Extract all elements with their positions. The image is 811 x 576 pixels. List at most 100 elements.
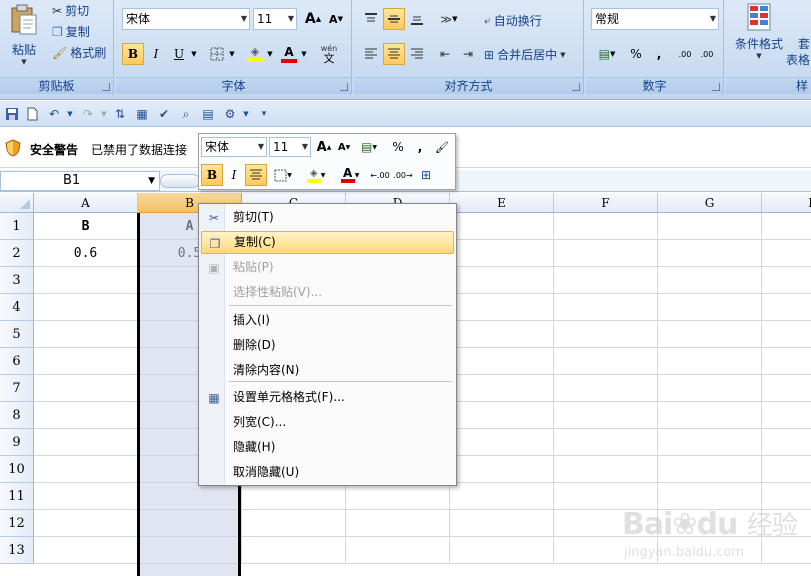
column-header-h[interactable]: H <box>762 193 811 213</box>
cell-g5[interactable] <box>658 321 762 348</box>
redo-icon[interactable]: ↷ <box>80 106 96 122</box>
cell-e7[interactable] <box>450 375 554 402</box>
orientation-button[interactable]: ≫ ▼ <box>434 8 464 30</box>
row-header-9[interactable]: 9 <box>0 429 34 456</box>
cell-b11[interactable] <box>138 483 242 510</box>
mini-format-painter-button[interactable]: 🖌 <box>431 137 453 157</box>
mini-comma-button[interactable]: , <box>409 137 431 157</box>
cell-e13[interactable] <box>450 537 554 564</box>
mini-merge-button[interactable]: ⊞ <box>415 164 437 186</box>
mini-grow-font-button[interactable]: A ▲ <box>313 137 335 157</box>
bold-button[interactable]: B <box>122 43 144 65</box>
cell-f8[interactable] <box>554 402 658 429</box>
row-header-6[interactable]: 6 <box>0 348 34 375</box>
cell-b12[interactable] <box>138 510 242 537</box>
mini-format-icon[interactable]: ▤ ▼ <box>355 137 383 157</box>
mini-increase-decimal-button[interactable]: ←.00 <box>369 164 391 186</box>
cell-c11[interactable] <box>242 483 346 510</box>
row-header-8[interactable]: 8 <box>0 402 34 429</box>
cell-c12[interactable] <box>242 510 346 537</box>
merge-center-button[interactable]: ⊞ 合并后居中 ▼ <box>484 46 565 63</box>
mini-font-name-select[interactable]: 宋体 ▼ <box>201 137 267 157</box>
context-menu-item[interactable]: ▦ 设置单元格格式(F)... <box>201 386 454 409</box>
cell-e9[interactable] <box>450 429 554 456</box>
row-header-13[interactable]: 13 <box>0 537 34 564</box>
underline-button[interactable]: U <box>168 43 190 65</box>
context-menu-item[interactable]: 隐藏(H) <box>201 436 454 459</box>
row-header-1[interactable]: 1 <box>0 213 34 240</box>
cell-f6[interactable] <box>554 348 658 375</box>
dialog-launcher-icon[interactable] <box>712 83 720 91</box>
font-name-select[interactable]: 宋体 ▼ <box>122 8 250 30</box>
cell-a12[interactable] <box>34 510 138 537</box>
cell-a4[interactable] <box>34 294 138 321</box>
cell-a1[interactable]: B <box>34 213 138 240</box>
chevron-down-icon[interactable]: ▼ <box>148 172 155 190</box>
row-header-12[interactable]: 12 <box>0 510 34 537</box>
column-header-g[interactable]: G <box>658 193 762 213</box>
cell-d13[interactable] <box>346 537 450 564</box>
dialog-launcher-icon[interactable] <box>572 83 580 91</box>
cell-h5[interactable] <box>762 321 811 348</box>
cell-e6[interactable] <box>450 348 554 375</box>
cell-a5[interactable] <box>34 321 138 348</box>
context-menu-item[interactable]: 插入(I) <box>201 309 454 332</box>
align-top-button[interactable] <box>360 8 382 30</box>
cell-g10[interactable] <box>658 456 762 483</box>
cell-f9[interactable] <box>554 429 658 456</box>
spelling-icon[interactable]: ✔ <box>156 106 172 122</box>
cell-h6[interactable] <box>762 348 811 375</box>
cell-a10[interactable] <box>34 456 138 483</box>
cell-f1[interactable] <box>554 213 658 240</box>
cell-e12[interactable] <box>450 510 554 537</box>
fill-color-dropdown[interactable]: ▼ <box>264 43 276 65</box>
cell-f4[interactable] <box>554 294 658 321</box>
phonetic-button[interactable]: wén 文 <box>314 43 344 65</box>
sort-icon[interactable]: ⇅ <box>112 106 128 122</box>
align-middle-button[interactable] <box>383 8 405 30</box>
column-header-e[interactable]: E <box>450 193 554 213</box>
context-menu-item[interactable]: ✂ 剪切(T) <box>201 206 454 229</box>
shrink-font-button[interactable]: A ▼ <box>325 8 347 30</box>
cell-b13[interactable] <box>138 537 242 564</box>
percent-button[interactable]: % <box>625 43 647 65</box>
dialog-launcher-icon[interactable] <box>102 83 110 91</box>
tools-icon[interactable]: ⚙ <box>222 106 238 122</box>
print-preview-icon[interactable]: ▦ <box>134 106 150 122</box>
column-header-f[interactable]: F <box>554 193 658 213</box>
format-as-table-button[interactable]: 套 表格 <box>786 36 810 68</box>
undo-dropdown[interactable]: ▼ <box>62 106 78 122</box>
mini-font-size-select[interactable]: 11 ▼ <box>269 137 311 157</box>
cell-c13[interactable] <box>242 537 346 564</box>
cell-g7[interactable] <box>658 375 762 402</box>
conditional-format-button[interactable]: 条件格式 ▼ <box>730 2 788 60</box>
decrease-decimal-button[interactable]: .00 <box>696 43 718 65</box>
paste-button[interactable]: 粘贴 ▼ <box>6 2 42 70</box>
save-icon[interactable] <box>4 106 20 122</box>
cell-f3[interactable] <box>554 267 658 294</box>
row-header-10[interactable]: 10 <box>0 456 34 483</box>
mini-font-color-button[interactable]: A ▼ <box>335 164 365 186</box>
table-icon[interactable]: ▤ <box>200 106 216 122</box>
font-size-select[interactable]: 11 ▼ <box>253 8 297 30</box>
comma-button[interactable]: , <box>648 43 670 65</box>
row-header-2[interactable]: 2 <box>0 240 34 267</box>
cell-e8[interactable] <box>450 402 554 429</box>
cell-g6[interactable] <box>658 348 762 375</box>
grow-font-button[interactable]: A ▲ <box>302 8 324 30</box>
cell-f7[interactable] <box>554 375 658 402</box>
mini-percent-button[interactable]: % <box>387 137 409 157</box>
cell-h10[interactable] <box>762 456 811 483</box>
align-center-button[interactable] <box>383 43 405 65</box>
redo-dropdown[interactable]: ▼ <box>96 106 112 122</box>
cell-h7[interactable] <box>762 375 811 402</box>
cell-h3[interactable] <box>762 267 811 294</box>
context-menu-item[interactable]: 取消隐藏(U) <box>201 461 454 484</box>
cell-f2[interactable] <box>554 240 658 267</box>
cell-e2[interactable] <box>450 240 554 267</box>
cell-e1[interactable] <box>450 213 554 240</box>
cell-g8[interactable] <box>658 402 762 429</box>
undo-icon[interactable]: ↶ <box>46 106 62 122</box>
tools-dropdown[interactable]: ▼ <box>238 106 254 122</box>
cell-f5[interactable] <box>554 321 658 348</box>
